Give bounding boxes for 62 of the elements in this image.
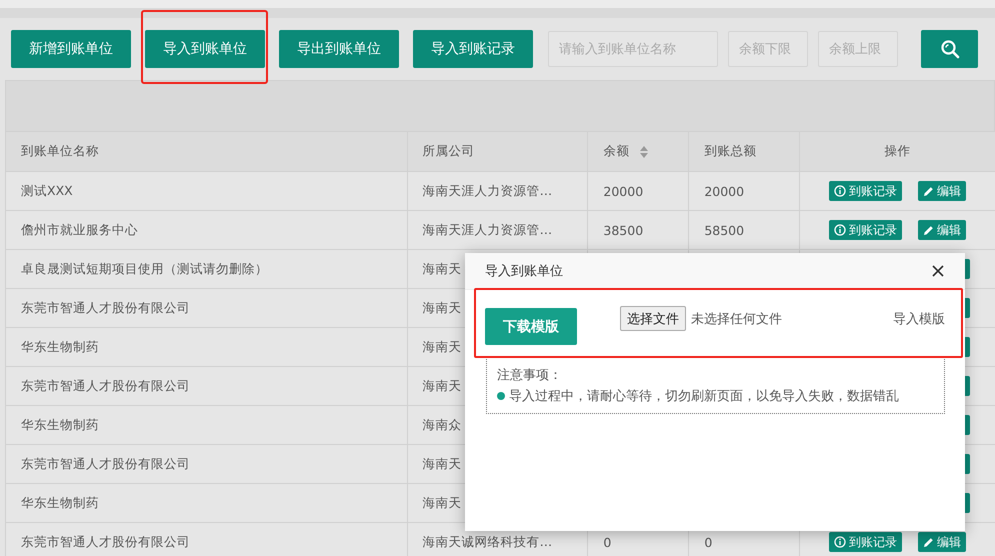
table-cell: 20000 [704,184,744,198]
search-field[interactable]: 余额上限 [818,31,898,67]
table-cell: 华东生物制药 [21,338,99,356]
column-header: 到账单位名称 [21,143,99,160]
info-icon [834,185,846,197]
column-header: 余额 [603,143,630,160]
search-field[interactable]: 请输入到账单位名称 [548,31,718,67]
records-button[interactable]: 到账记录 [829,532,902,552]
file-status: 未选择任何文件 [691,310,782,328]
edit-button[interactable]: 编辑 [918,181,966,201]
pencil-icon [923,186,934,196]
table-cell: 海南天诚网络科技有… [422,534,552,550]
table-cell: 海南天 [422,338,462,356]
toolbar-button[interactable]: 新增到账单位 [11,30,131,68]
search-button[interactable] [921,30,978,68]
table-cell: 测试XXX [21,182,73,200]
table-cell: 0 [704,534,712,550]
table-cell: 卓良晟测试短期项目使用（测试请勿删除） [21,260,268,278]
edit-button[interactable]: 编辑 [918,532,966,552]
table-cell: 0 [603,534,612,550]
close-button[interactable] [930,263,946,279]
toolbar-button[interactable]: 导出到账单位 [279,30,399,68]
file-button[interactable]: 选择文件 [620,306,686,331]
table-cell: 东莞市智通人才股份有限公司 [21,456,190,472]
table-cell: 海南天 [422,260,462,278]
column-header: 所属公司 [422,143,475,160]
edit-button[interactable]: 编辑 [918,220,966,240]
table-cell: 海南天 [422,456,462,472]
info-icon [834,536,846,548]
table-cell: 58500 [704,222,744,238]
table-cell: 华东生物制药 [21,494,99,512]
table-cell: 儋州市就业服务中心 [21,222,138,238]
download-button[interactable]: 下载模版 [485,308,577,345]
table-cell: 海南天 [422,494,462,512]
toolbar-button[interactable]: 导入到账记录 [413,30,533,68]
info-icon [834,224,846,236]
close-icon [932,265,944,277]
column-header: 到账总额 [704,143,756,160]
template-label: 导入模版 [893,311,945,328]
records-button[interactable]: 到账记录 [829,220,902,240]
table-cell: 38500 [603,222,644,238]
search-icon [940,39,960,59]
table-cell: 海南天涯人力资源管… [422,182,552,200]
records-button[interactable]: 到账记录 [829,181,902,201]
toolbar-button[interactable]: 导入到账单位 [145,30,265,68]
table-cell: 海南天 [422,300,462,316]
table-cell: 华东生物制药 [21,416,99,434]
table-cell: 东莞市智通人才股份有限公司 [21,300,190,316]
search-field[interactable]: 余额下限 [728,31,808,67]
table-cell: 20000 [603,184,644,198]
bullet-icon [497,392,505,400]
table-cell: 海南众 [422,416,462,434]
pencil-icon [923,536,934,548]
note-text: 导入过程中，请耐心等待，切勿刷新页面，以免导入失败，数据错乱 [509,388,899,405]
table-cell: 东莞市智通人才股份有限公司 [21,378,190,394]
dialog-title: 导入到账单位 [485,263,563,280]
column-header: 操作 [884,143,911,160]
table-cell: 海南天 [422,378,462,394]
pencil-icon [923,224,934,236]
table-cell: 海南天涯人力资源管… [422,222,552,238]
table-cell: 东莞市智通人才股份有限公司 [21,534,190,550]
notes-title: 注意事项： [497,367,563,384]
